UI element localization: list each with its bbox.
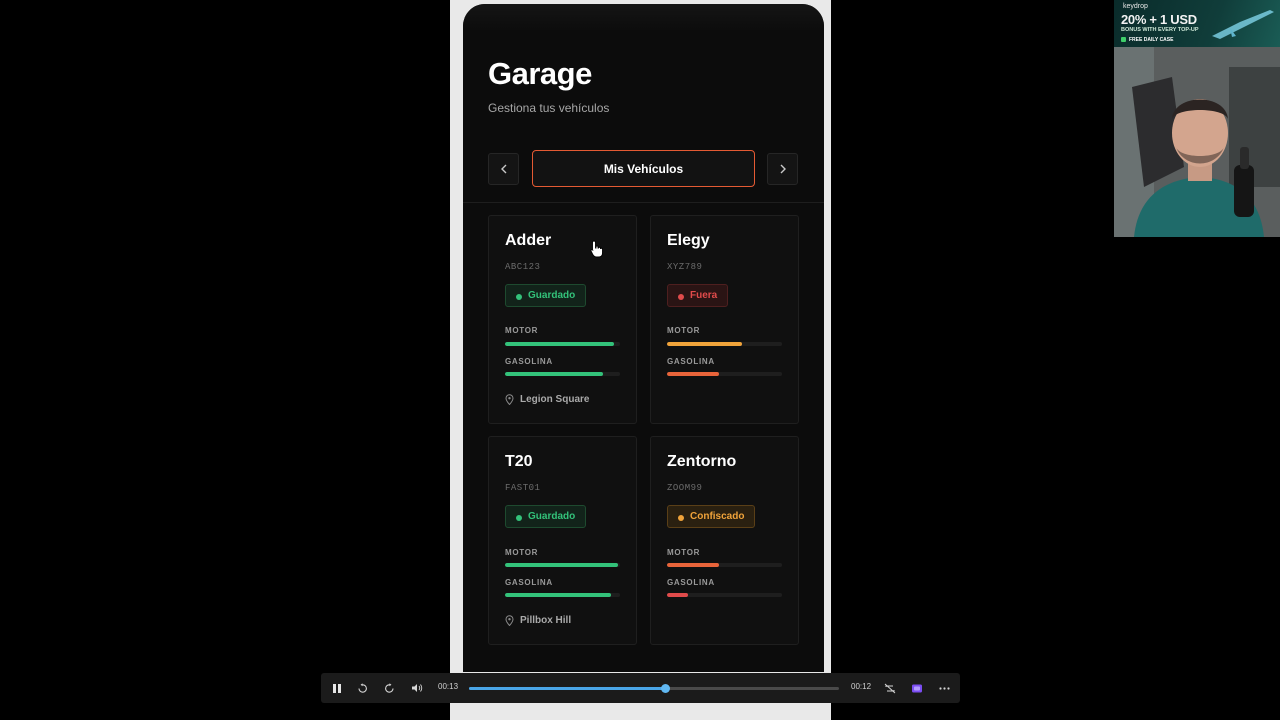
- status-dot-icon: [516, 515, 522, 521]
- seek-bar[interactable]: [469, 684, 839, 693]
- hand-cursor-icon: [590, 240, 603, 258]
- status-text: Confiscado: [690, 511, 745, 522]
- vehicle-card[interactable]: Zentorno ZOOM99 Confiscado MOTOR GASOLIN…: [650, 436, 799, 645]
- rewind-icon: [357, 682, 367, 693]
- motor-bar-fill: [505, 342, 615, 346]
- status-badge: Guardado: [505, 284, 587, 307]
- location-text: Legion Square: [520, 394, 590, 405]
- motor-bar: [505, 563, 620, 567]
- location-pin-icon: [505, 615, 514, 626]
- tab-mis-vehiculos[interactable]: Mis Vehículos: [532, 150, 755, 187]
- fuel-bar-fill: [505, 372, 603, 376]
- clipchamp-button[interactable]: [908, 679, 926, 697]
- vehicle-location: Legion Square: [505, 394, 589, 405]
- fuel-bar-fill: [505, 593, 611, 597]
- pause-icon: [333, 683, 341, 693]
- fuel-label: GASOLINA: [505, 357, 553, 366]
- screen: Garage Gestiona tus vehículos Mis Vehícu…: [0, 0, 1280, 720]
- fuel-label: GASOLINA: [505, 578, 553, 587]
- motor-bar: [667, 563, 782, 567]
- status-text: Fuera: [690, 290, 718, 301]
- ad-brand: keydrop: [1123, 3, 1148, 10]
- vehicle-plate: XYZ789: [667, 262, 703, 272]
- ad-banner[interactable]: keydrop 20% + 1 USD BONUS WITH EVERY TOP…: [1114, 0, 1280, 47]
- volume-button[interactable]: [408, 679, 426, 697]
- vehicle-card[interactable]: T20 FAST01 Guardado MOTOR GASOLINA Pillb…: [488, 436, 637, 645]
- elapsed-time: 00:13: [438, 682, 459, 691]
- vehicle-location: Pillbox Hill: [505, 615, 571, 626]
- vehicle-name: T20: [505, 453, 533, 470]
- status-text: Guardado: [528, 290, 576, 301]
- vehicle-card[interactable]: Elegy XYZ789 Fuera MOTOR GASOLINA: [650, 215, 799, 424]
- chevron-left-icon: [500, 164, 506, 174]
- repeat-off-icon: [884, 683, 896, 693]
- more-icon: [938, 686, 950, 690]
- streamer-image: [1114, 47, 1280, 237]
- volume-icon: [412, 684, 423, 692]
- next-tab-button[interactable]: [767, 153, 798, 185]
- fuel-label: GASOLINA: [667, 578, 715, 587]
- seek-bar-fill: [469, 687, 666, 690]
- vehicle-plate: ZOOM99: [667, 483, 703, 493]
- motor-label: MOTOR: [667, 326, 701, 335]
- status-badge: Fuera: [667, 284, 729, 307]
- pause-button[interactable]: [328, 679, 346, 697]
- ad-badge-text: FREE DAILY CASE: [1129, 37, 1174, 43]
- motor-bar: [667, 342, 782, 346]
- motor-bar-fill: [667, 563, 719, 567]
- fuel-bar-fill: [667, 372, 719, 376]
- ad-badge: FREE DAILY CASE: [1121, 37, 1173, 43]
- motor-label: MOTOR: [505, 326, 539, 335]
- vehicle-name: Zentorno: [667, 453, 737, 470]
- location-pin-icon: [505, 394, 514, 405]
- fuel-bar: [505, 372, 620, 376]
- motor-label: MOTOR: [667, 548, 701, 557]
- motor-label: MOTOR: [505, 548, 539, 557]
- forward-30-button[interactable]: [380, 679, 398, 697]
- vehicle-plate: ABC123: [505, 262, 541, 272]
- location-text: Pillbox Hill: [520, 615, 572, 626]
- remaining-time: 00:12: [851, 682, 872, 691]
- status-dot-icon: [678, 294, 684, 300]
- status-dot-icon: [678, 515, 684, 521]
- ad-subline: BONUS WITH EVERY TOP-UP: [1121, 27, 1199, 33]
- page-title: Garage: [488, 56, 592, 91]
- vehicle-name: Elegy: [667, 232, 710, 249]
- vehicle-card[interactable]: Adder ABC123 Guardado MOTOR GASOLINA Leg…: [488, 215, 637, 424]
- vehicle-plate: FAST01: [505, 483, 541, 493]
- video-player-controls: 00:13 00:12: [321, 673, 960, 703]
- fuel-bar-fill: [667, 593, 688, 597]
- seek-handle[interactable]: [661, 684, 671, 693]
- status-dot-icon: [516, 294, 522, 300]
- motor-bar-fill: [667, 342, 742, 346]
- rewind-10-button[interactable]: [353, 679, 371, 697]
- divider: [463, 202, 824, 203]
- status-badge: Guardado: [505, 505, 587, 528]
- prev-tab-button[interactable]: [488, 153, 519, 185]
- motor-bar-fill: [505, 563, 618, 567]
- forward-icon: [384, 682, 394, 693]
- fuel-bar: [667, 372, 782, 376]
- rifle-icon: [1212, 10, 1274, 39]
- repeat-off-button[interactable]: [881, 679, 899, 697]
- ad-headline: 20% + 1 USD: [1121, 12, 1197, 27]
- fuel-bar: [667, 593, 782, 597]
- garage-app: Garage Gestiona tus vehículos Mis Vehícu…: [463, 4, 824, 672]
- check-icon: [1121, 37, 1126, 43]
- status-text: Guardado: [528, 511, 576, 522]
- video-editor-icon: [912, 684, 922, 692]
- chevron-right-icon: [780, 164, 786, 174]
- webcam-feed: [1114, 47, 1280, 237]
- motor-bar: [505, 342, 620, 346]
- status-badge: Confiscado: [667, 505, 756, 528]
- fuel-bar: [505, 593, 620, 597]
- vehicle-name: Adder: [505, 232, 552, 249]
- page-subtitle: Gestiona tus vehículos: [488, 101, 610, 115]
- fuel-label: GASOLINA: [667, 357, 715, 366]
- more-options-button[interactable]: [935, 679, 953, 697]
